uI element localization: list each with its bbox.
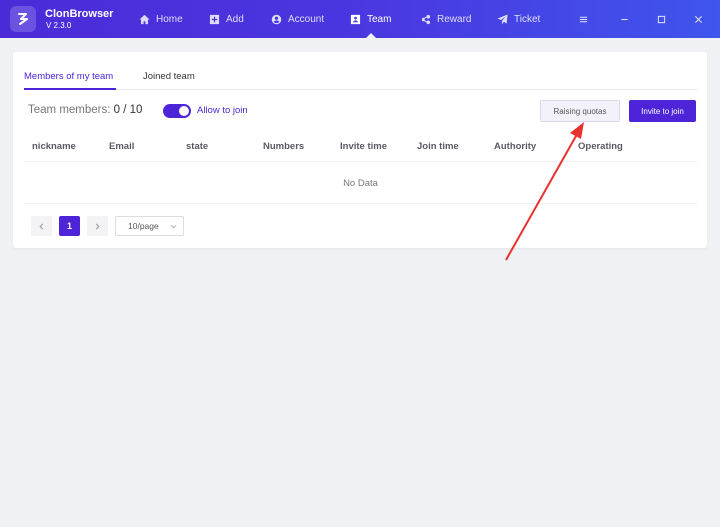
team-icon: [350, 14, 361, 24]
active-tab-underline: [24, 88, 116, 90]
column-header-invite-time: Invite time: [340, 141, 387, 152]
app-logo: [10, 6, 36, 32]
minimize-button[interactable]: [618, 13, 630, 25]
app-name: ClonBrowser: [45, 8, 114, 20]
top-bar: ClonBrowser V 2.3.0 Home Add Account Tea…: [0, 0, 720, 38]
nav-home-label: Home: [156, 13, 183, 25]
menu-button[interactable]: [577, 13, 589, 25]
tab-members-of-my-team[interactable]: Members of my team: [24, 71, 113, 82]
toggle-knob: [179, 106, 189, 116]
team-card: Members of my team Joined team Team memb…: [13, 52, 707, 248]
nav-home[interactable]: Home: [139, 0, 183, 38]
page-size-select[interactable]: 10/page: [115, 216, 184, 236]
nav-ticket[interactable]: Ticket: [497, 0, 540, 38]
chevron-down-icon: [170, 224, 177, 229]
team-members-label: Team members:: [28, 104, 114, 116]
chevron-left-icon: [39, 223, 44, 229]
nav-add-label: Add: [226, 13, 244, 25]
maximize-icon: [657, 15, 665, 23]
nav-team[interactable]: Team: [350, 0, 391, 38]
nav-add[interactable]: Add: [209, 0, 244, 38]
clonbrowser-logo-icon: [18, 13, 28, 25]
page-number-current[interactable]: 1: [59, 216, 80, 236]
team-members-summary: Team members: 0 / 10: [28, 104, 142, 116]
home-icon: [139, 14, 150, 24]
allow-join-toggle[interactable]: [163, 104, 191, 118]
nav-account-label: Account: [288, 13, 325, 25]
empty-table-message: No Data: [24, 163, 697, 204]
minimize-icon: [620, 18, 628, 20]
account-icon: [271, 14, 282, 24]
nav-ticket-label: Ticket: [514, 13, 541, 25]
column-header-email: Email: [109, 141, 135, 152]
column-header-operating: Operating: [578, 141, 623, 152]
allow-join-label: Allow to join: [197, 105, 248, 116]
maximize-button[interactable]: [655, 13, 667, 25]
nav-reward[interactable]: Reward: [420, 0, 471, 38]
column-header-numbers: Numbers: [263, 141, 305, 152]
nav-reward-label: Reward: [437, 13, 472, 25]
add-square-icon: [209, 14, 220, 24]
nav-team-label: Team: [367, 13, 392, 25]
invite-to-join-button[interactable]: Invite to join: [629, 100, 696, 122]
active-tab-caret: [365, 33, 376, 38]
nav-account[interactable]: Account: [271, 0, 324, 38]
close-button[interactable]: [692, 13, 704, 25]
column-header-join-time: Join time: [417, 141, 459, 152]
brand: ClonBrowser V 2.3.0: [45, 8, 113, 31]
column-header-authority: Authority: [494, 141, 537, 152]
raising-quotas-button[interactable]: Raising quotas: [540, 100, 620, 122]
table-header: nickname Email state Numbers Invite time…: [24, 133, 697, 162]
app-version: V 2.3.0: [46, 21, 72, 30]
send-icon: [497, 13, 508, 25]
column-header-nickname: nickname: [32, 141, 76, 152]
page-size-value: 10/page: [128, 221, 159, 231]
tab-joined-team[interactable]: Joined team: [143, 71, 195, 82]
menu-icon: [579, 16, 587, 22]
next-page-button[interactable]: [87, 216, 108, 236]
team-tabs: Members of my team Joined team: [24, 66, 697, 90]
previous-page-button[interactable]: [31, 216, 52, 236]
share-icon: [421, 14, 431, 24]
close-icon: [694, 15, 702, 23]
team-members-count: 0 / 10: [113, 104, 143, 116]
column-header-state: state: [186, 141, 209, 152]
chevron-right-icon: [95, 223, 100, 229]
